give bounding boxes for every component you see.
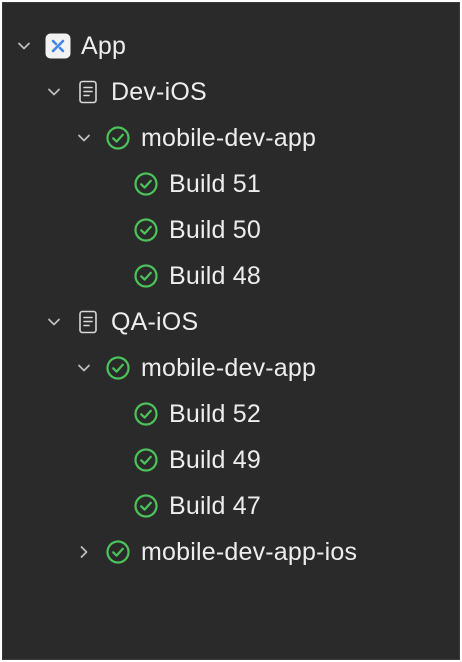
chevron-down-icon[interactable] — [15, 37, 33, 55]
chevron-down-icon[interactable] — [45, 313, 63, 331]
document-icon — [75, 309, 101, 335]
chevron-right-icon[interactable] — [75, 543, 93, 561]
tree-item-pipeline[interactable]: mobile-dev-app-ios — [3, 529, 459, 575]
tree-item-build[interactable]: Build 47 — [3, 483, 459, 529]
tree-item-group[interactable]: Dev-iOS — [3, 69, 459, 115]
tree-item-build[interactable]: Build 48 — [3, 253, 459, 299]
tree-panel: App Dev-iOS mobile-dev-app Build 51 Buil… — [2, 2, 460, 660]
tree-item-label: Dev-iOS — [111, 77, 207, 106]
check-circle-icon — [133, 401, 159, 427]
tree-item-group[interactable]: QA-iOS — [3, 299, 459, 345]
tree-item-label: Build 47 — [169, 491, 261, 520]
tree-item-label: Build 50 — [169, 215, 261, 244]
chevron-down-icon[interactable] — [75, 129, 93, 147]
chevron-down-icon[interactable] — [75, 359, 93, 377]
tree-item-build[interactable]: Build 52 — [3, 391, 459, 437]
check-circle-icon — [133, 263, 159, 289]
tree-item-label: mobile-dev-app — [141, 123, 317, 152]
check-circle-icon — [105, 125, 131, 151]
tree-item-label: Build 51 — [169, 169, 261, 198]
check-circle-icon — [105, 355, 131, 381]
tree-item-build[interactable]: Build 51 — [3, 161, 459, 207]
tree-item-label: Build 52 — [169, 399, 261, 428]
tree-item-label: Build 48 — [169, 261, 261, 290]
tree-item-pipeline[interactable]: mobile-dev-app — [3, 115, 459, 161]
tree-item-label: Build 49 — [169, 445, 261, 474]
tree-item-label: mobile-dev-app — [141, 353, 317, 382]
check-circle-icon — [133, 217, 159, 243]
check-circle-icon — [133, 493, 159, 519]
tree-item-build[interactable]: Build 50 — [3, 207, 459, 253]
document-icon — [75, 79, 101, 105]
tree-item-label: App — [81, 31, 127, 60]
tree-item-build[interactable]: Build 49 — [3, 437, 459, 483]
check-circle-icon — [105, 539, 131, 565]
tree-item-label: QA-iOS — [111, 307, 199, 336]
chevron-down-icon[interactable] — [45, 83, 63, 101]
app-logo-icon — [45, 33, 71, 59]
check-circle-icon — [133, 447, 159, 473]
project-tree: App Dev-iOS mobile-dev-app Build 51 Buil… — [3, 23, 459, 575]
tree-item-pipeline[interactable]: mobile-dev-app — [3, 345, 459, 391]
tree-item-app[interactable]: App — [3, 23, 459, 69]
check-circle-icon — [133, 171, 159, 197]
tree-item-label: mobile-dev-app-ios — [141, 537, 358, 566]
